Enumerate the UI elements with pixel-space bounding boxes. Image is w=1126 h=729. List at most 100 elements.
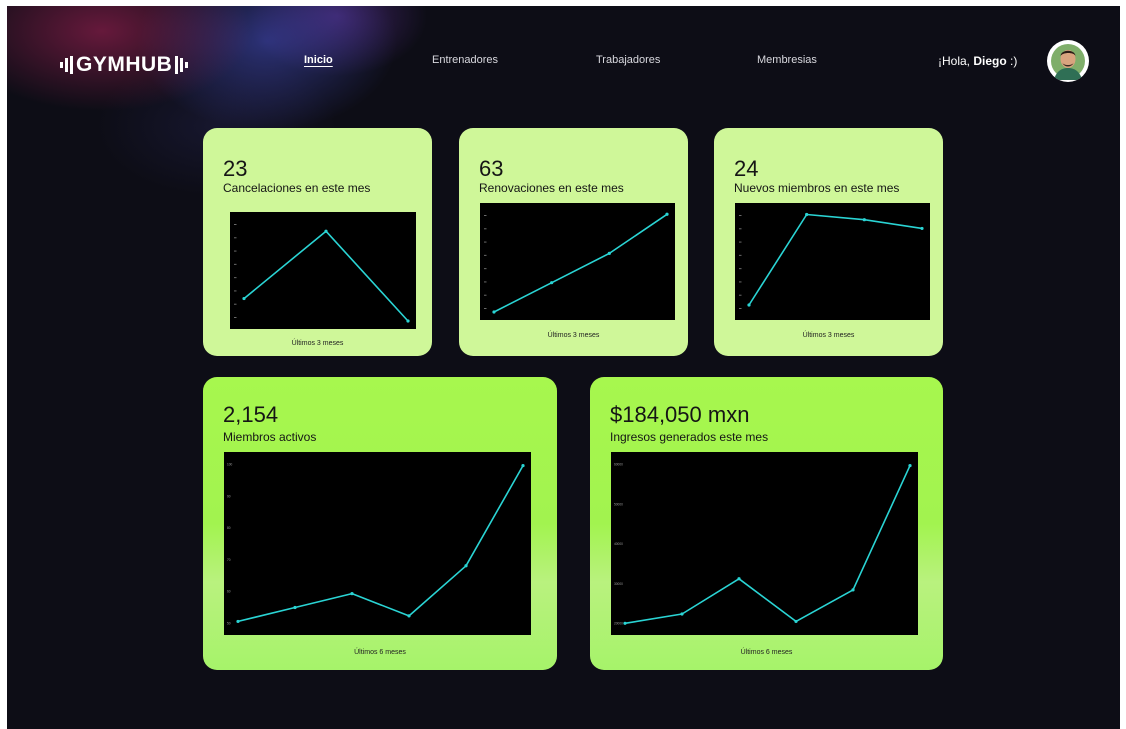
data-point <box>851 588 855 592</box>
data-point <box>862 218 866 222</box>
chart-plot <box>735 203 930 320</box>
data-point <box>406 319 410 323</box>
stat-card-ingresos[interactable]: $184,050 mxn Ingresos generados este mes… <box>590 377 943 670</box>
card-value: $184,050 mxn <box>610 402 750 427</box>
y-tick-mark <box>484 228 487 230</box>
y-tick-label: 40000 <box>614 542 623 546</box>
line-chart: 60000 50000 40000 30000 20000 <box>614 463 912 626</box>
line-chart <box>484 212 669 314</box>
series-line <box>237 465 524 623</box>
data-point <box>680 612 684 616</box>
y-tick-mark <box>234 277 237 279</box>
y-tick-label: 70 <box>227 558 231 562</box>
brand-name: GYMHUB <box>76 53 173 76</box>
card-footer: Últimos 6 meses <box>740 649 793 656</box>
dumbbell-left-icon <box>60 56 73 74</box>
data-point <box>464 564 468 568</box>
y-tick-label: 60000 <box>614 463 623 467</box>
card-label: Ingresos generados este mes <box>610 430 769 444</box>
y-tick-mark <box>739 281 742 283</box>
y-tick-mark <box>739 268 742 270</box>
y-tick-mark <box>234 237 237 239</box>
y-tick-mark <box>484 308 487 309</box>
chart-plot <box>480 203 675 320</box>
series-line <box>748 213 923 306</box>
card-footer: Últimos 3 meses <box>291 340 344 347</box>
y-tick-mark <box>234 303 237 305</box>
card-label: Cancelaciones en este mes <box>223 181 371 195</box>
y-tick-mark <box>484 254 487 256</box>
nav-membresias[interactable]: Membresias <box>757 54 817 66</box>
y-tick-mark <box>484 294 487 296</box>
data-point <box>623 621 627 625</box>
data-point <box>747 303 751 307</box>
dumbbell-right-icon <box>175 56 189 74</box>
data-point <box>521 463 525 468</box>
data-point <box>236 619 240 624</box>
user-name: Diego <box>973 54 1007 68</box>
y-tick-mark <box>739 241 742 243</box>
data-point <box>350 592 354 596</box>
user-greeting: ¡Hola, Diego :) <box>938 54 1017 68</box>
y-tick-label: 90 <box>227 494 231 498</box>
y-tick-mark <box>484 281 487 283</box>
y-tick-mark <box>484 241 487 243</box>
y-tick-mark <box>234 250 237 252</box>
stat-card-cancelaciones[interactable]: 23 Cancelaciones en este mes Últimos 3 m… <box>203 128 432 356</box>
series-line <box>243 230 409 322</box>
y-tick-label: 60 <box>227 590 231 594</box>
stat-card-nuevos-miembros[interactable]: 24 Nuevos miembros en este mes Últimos 3… <box>714 128 943 356</box>
app-window: GYMHUB Inicio Entrenadores Trabajadores … <box>7 6 1120 729</box>
data-point <box>242 296 246 301</box>
card-label: Renovaciones en este mes <box>479 181 624 195</box>
card-label: Nuevos miembros en este mes <box>734 181 900 195</box>
data-point <box>920 226 924 231</box>
chart-plot <box>230 212 416 329</box>
line-chart <box>739 212 924 309</box>
data-point <box>908 463 912 468</box>
y-tick-label: 100 <box>227 463 233 467</box>
y-tick-mark <box>234 290 237 292</box>
card-value: 63 <box>479 156 504 181</box>
y-tick-mark <box>484 268 487 270</box>
data-point <box>550 281 554 285</box>
stat-card-miembros-activos[interactable]: 2,154 Miembros activos 100 90 80 70 60 50 Últ… <box>203 377 557 670</box>
data-point <box>805 212 809 217</box>
series-line <box>624 465 911 625</box>
line-chart: 100 90 80 70 60 50 <box>227 463 525 626</box>
series-line <box>493 213 668 313</box>
data-point <box>293 605 297 610</box>
card-footer: Últimos 3 meses <box>547 332 600 339</box>
y-tick-mark <box>234 317 237 318</box>
data-point <box>324 229 328 233</box>
y-tick-label: 50000 <box>614 502 623 506</box>
chart-plot: 60000 50000 40000 30000 20000 <box>611 452 918 635</box>
y-tick-label: 50 <box>227 622 231 626</box>
y-tick-mark <box>484 215 487 216</box>
avatar[interactable] <box>1047 40 1089 82</box>
data-point <box>607 251 611 255</box>
y-tick-mark <box>739 294 742 296</box>
card-value: 23 <box>223 156 248 181</box>
card-value: 24 <box>734 156 759 181</box>
line-chart <box>234 224 410 323</box>
y-tick-label: 80 <box>227 526 231 530</box>
gymhub-logo[interactable]: GYMHUB <box>57 53 191 77</box>
stat-card-renovaciones[interactable]: 63 Renovaciones en este mes Últimos 3 me… <box>459 128 688 356</box>
y-tick-label: 30000 <box>614 582 623 586</box>
data-point <box>794 619 798 624</box>
y-tick-mark <box>234 263 237 265</box>
y-tick-mark <box>739 254 742 256</box>
data-point <box>492 310 496 314</box>
y-tick-mark <box>739 228 742 230</box>
y-tick-mark <box>234 224 237 225</box>
nav-entrenadores[interactable]: Entrenadores <box>432 54 498 66</box>
card-footer: Últimos 6 meses <box>354 649 406 656</box>
data-point <box>665 212 669 216</box>
card-value: 2,154 <box>223 402 279 427</box>
data-point <box>407 614 411 618</box>
nav-inicio[interactable]: Inicio <box>304 54 333 66</box>
y-tick-mark <box>739 308 742 309</box>
greeting-prefix: ¡Hola, <box>938 54 974 68</box>
nav-trabajadores[interactable]: Trabajadores <box>596 54 660 66</box>
